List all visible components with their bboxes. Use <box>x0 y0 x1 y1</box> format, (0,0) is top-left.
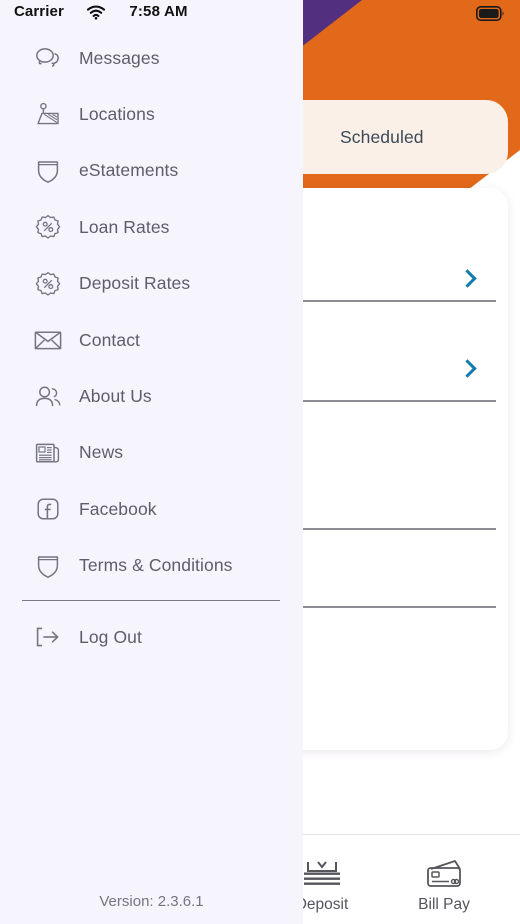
menu-item-label: Loan Rates <box>79 216 170 237</box>
tab-scheduled[interactable]: Scheduled <box>296 100 508 174</box>
menu-item-label: Deposit Rates <box>79 273 191 294</box>
menu-item-label: Log Out <box>79 626 142 647</box>
deposit-check-icon <box>300 856 344 890</box>
menu-item-log-out[interactable]: Log Out <box>0 609 303 665</box>
chat-bubbles-icon <box>33 43 63 73</box>
status-bar-time: 7:58 AM <box>129 3 188 20</box>
menu-item-label: Contact <box>79 329 141 350</box>
facebook-icon <box>33 494 63 524</box>
menu-item-label: eStatements <box>79 160 179 181</box>
menu-item-messages[interactable]: Messages <box>0 30 303 86</box>
map-pin-icon <box>33 100 63 130</box>
chevron-right-icon[interactable] <box>458 269 477 288</box>
envelope-icon <box>33 325 63 355</box>
newspaper-icon <box>33 438 63 468</box>
battery-full-icon <box>476 6 506 26</box>
menu-item-facebook[interactable]: Facebook <box>0 481 303 537</box>
menu-item-label: Messages <box>79 47 160 68</box>
menu-item-news[interactable]: News <box>0 425 303 481</box>
app-version-label: Version: 2.3.6.1 <box>99 893 204 910</box>
tab-bill-pay-label: Bill Pay <box>418 896 470 913</box>
app-screen: Scheduled Deposit Bill Pay Carrier 7:58 … <box>0 0 520 924</box>
shield-icon <box>33 551 63 581</box>
percent-badge-icon <box>33 269 63 299</box>
chevron-right-icon[interactable] <box>458 359 477 378</box>
menu-item-deposit-rates[interactable]: Deposit Rates <box>0 256 303 312</box>
menu-item-locations[interactable]: Locations <box>0 86 303 142</box>
credit-card-icon <box>422 856 466 890</box>
menu-item-loan-rates[interactable]: Loan Rates <box>0 199 303 255</box>
tab-scheduled-label: Scheduled <box>340 126 424 147</box>
menu-item-label: Terms & Conditions <box>79 555 233 576</box>
menu-item-label: News <box>79 442 124 463</box>
drawer-menu-list: Messages Locations eStatements Loan Rate… <box>0 30 303 666</box>
menu-item-label: Facebook <box>79 498 157 519</box>
side-drawer-menu: Carrier 7:58 AM Messages Locations eStat… <box>0 0 303 924</box>
people-icon <box>33 382 63 412</box>
menu-item-label: Locations <box>79 104 155 125</box>
menu-item-terms-conditions[interactable]: Terms & Conditions <box>0 538 303 594</box>
menu-item-contact[interactable]: Contact <box>0 312 303 368</box>
status-bar: Carrier 7:58 AM <box>0 0 303 30</box>
drawer-divider <box>22 599 280 602</box>
logout-arrow-icon <box>33 622 63 652</box>
tab-deposit-label: Deposit <box>295 896 349 913</box>
shield-icon <box>33 156 63 186</box>
tab-bill-pay[interactable]: Bill Pay <box>388 856 500 914</box>
menu-item-about-us[interactable]: About Us <box>0 368 303 424</box>
percent-badge-icon <box>33 212 63 242</box>
menu-item-label: About Us <box>79 386 152 407</box>
menu-item-estatements[interactable]: eStatements <box>0 143 303 199</box>
